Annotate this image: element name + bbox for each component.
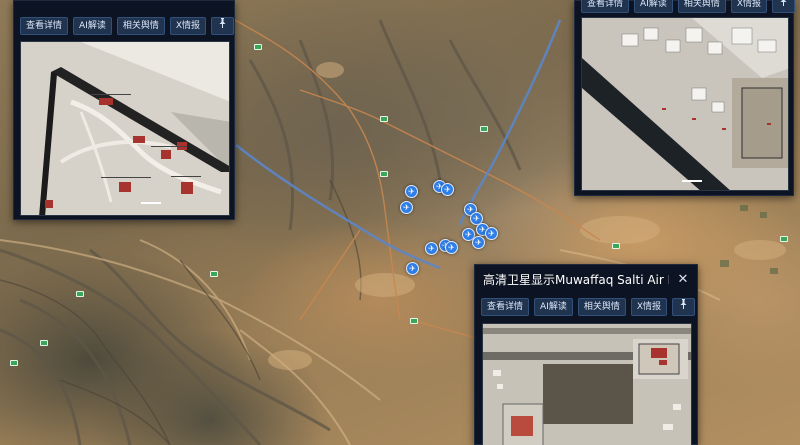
view-details-button[interactable]: 查看详情 [20, 17, 69, 35]
road-marker [380, 171, 388, 177]
related-sentiment-button[interactable]: 相关舆情 [116, 17, 165, 35]
aircraft-icon[interactable]: ✈ [441, 183, 454, 196]
satellite-thumbnail[interactable] [581, 17, 789, 191]
popup-title: 高清卫星显示Muwaffaq Salti Air Bas... [483, 273, 669, 287]
aircraft-icon[interactable]: ✈ [400, 201, 413, 214]
road-marker [76, 291, 84, 297]
x-intel-button[interactable]: X情报 [630, 298, 668, 316]
aircraft-icon[interactable]: ✈ [406, 262, 419, 275]
close-icon[interactable]: ✕ [675, 272, 691, 288]
pin-icon[interactable] [672, 298, 696, 316]
road-marker [10, 360, 18, 366]
popup-action-bar: 查看详情 AI解读 相关舆情 X情报 [481, 298, 696, 316]
x-intel-button[interactable]: X情报 [730, 0, 768, 13]
road-marker [480, 126, 488, 132]
view-details-button[interactable]: 查看详情 [581, 0, 630, 13]
satellite-thumbnail[interactable] [482, 323, 692, 445]
popup-title [22, 0, 206, 17]
aircraft-icon[interactable]: ✈ [405, 185, 418, 198]
road-marker [612, 243, 620, 249]
aircraft-icon[interactable]: ✈ [445, 241, 458, 254]
road-marker [780, 236, 788, 242]
satellite-popup-top-left: 查看详情 AI解读 相关舆情 X情报 [13, 0, 235, 220]
satellite-thumbnail[interactable] [20, 41, 230, 216]
satellite-popup-top-right: 查看详情 AI解读 相关舆情 X情报 [574, 0, 796, 196]
related-sentiment-button[interactable]: 相关舆情 [577, 298, 626, 316]
aircraft-icon[interactable]: ✈ [485, 227, 498, 240]
popup-action-bar: 查看详情 AI解读 相关舆情 X情报 [581, 0, 796, 13]
pin-icon[interactable] [772, 0, 796, 13]
road-marker [210, 271, 218, 277]
satellite-popup-muwaffaq-salti: 高清卫星显示Muwaffaq Salti Air Bas... ✕ 查看详情 A… [474, 264, 698, 445]
ai-interpret-button[interactable]: AI解读 [534, 298, 573, 316]
pin-icon[interactable] [211, 17, 235, 35]
view-details-button[interactable]: 查看详情 [481, 298, 530, 316]
related-sentiment-button[interactable]: 相关舆情 [677, 0, 726, 13]
road-marker [380, 116, 388, 122]
road-marker [40, 340, 48, 346]
ai-interpret-button[interactable]: AI解读 [73, 17, 112, 35]
x-intel-button[interactable]: X情报 [169, 17, 207, 35]
popup-action-bar: 查看详情 AI解读 相关舆情 X情报 [20, 17, 235, 35]
road-marker [410, 318, 418, 324]
ai-interpret-button[interactable]: AI解读 [634, 0, 673, 13]
aircraft-icon[interactable]: ✈ [425, 242, 438, 255]
road-marker [254, 44, 262, 50]
aircraft-icon[interactable]: ✈ [472, 236, 485, 249]
